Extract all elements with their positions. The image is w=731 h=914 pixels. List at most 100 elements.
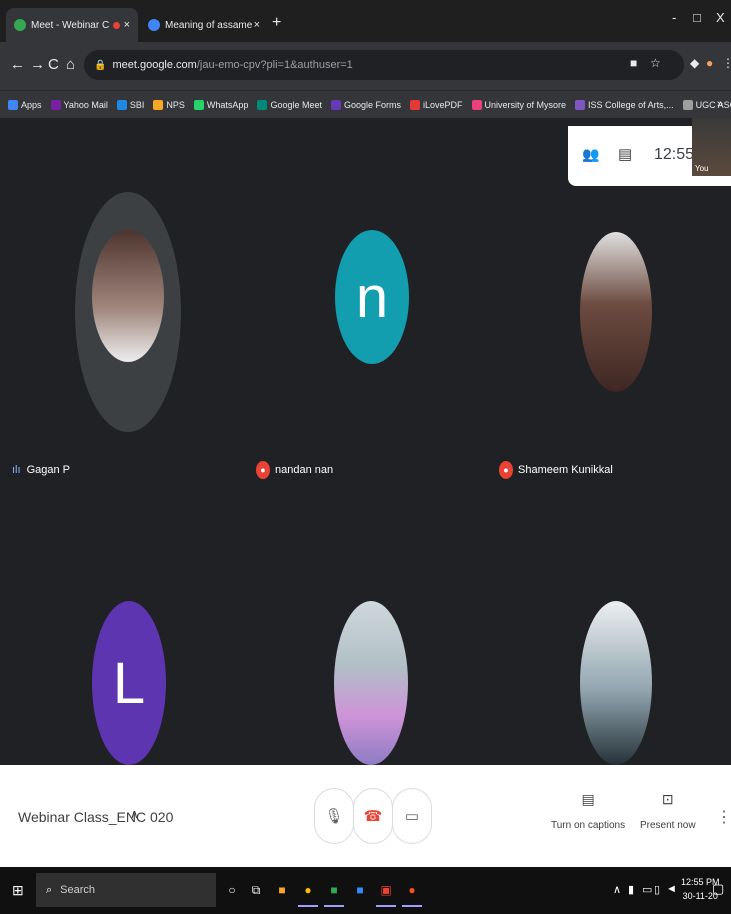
- lock-icon: 🔒: [94, 59, 107, 71]
- bookmark-label: WhatsApp: [206, 99, 249, 110]
- battery-icon[interactable]: ▭: [642, 883, 652, 896]
- bookmark-favicon-icon: [153, 99, 164, 110]
- participant-avatar: L: [92, 601, 166, 765]
- file-explorer-icon[interactable]: ■: [270, 877, 294, 903]
- meeting-controls-bar: Webinar Class_ENC 020 ∧ 🎙 ☎ ▭ ▤ Turn on …: [0, 765, 731, 867]
- close-tab-icon[interactable]: ×: [254, 19, 260, 31]
- task-view-icon[interactable]: ⧉: [244, 877, 268, 903]
- search-placeholder: Search: [60, 884, 96, 896]
- app-icon-green[interactable]: ■: [322, 877, 346, 907]
- camera-permission-icon[interactable]: ■: [630, 56, 637, 70]
- profile-icon[interactable]: ●: [706, 56, 713, 70]
- search-icon: ⌕: [46, 883, 53, 896]
- volume-icon[interactable]: ◄: [666, 883, 677, 895]
- windows-taskbar: ⊞ ⌕ Search ○ ⧉ ■ ● ■ ■ ▣ ● ∧ ▮ ▭ ▯ ◄ 12:…: [0, 867, 731, 914]
- bookmark-favicon-icon: [50, 99, 61, 110]
- bookmark-item[interactable]: Yahoo Mail: [50, 99, 108, 110]
- participant-tile: L: [0, 465, 243, 765]
- microphone-button[interactable]: 🎙: [314, 788, 354, 844]
- bookmark-label: University of Mysore: [484, 99, 567, 110]
- camera-button[interactable]: ▭: [392, 788, 432, 844]
- bookmark-favicon-icon: [8, 99, 18, 110]
- recording-icon: [112, 21, 120, 29]
- maximize-button[interactable]: □: [693, 10, 701, 25]
- bookmark-item[interactable]: NPS: [153, 99, 185, 110]
- participant-photo: [334, 601, 408, 765]
- bookmark-label: Apps: [21, 99, 42, 110]
- notifications-icon[interactable]: ▢: [712, 881, 724, 897]
- bookmark-item[interactable]: Google Forms: [330, 99, 401, 110]
- captions-icon: ▤: [581, 791, 595, 807]
- network-icon[interactable]: ▯: [654, 883, 660, 896]
- captions-button[interactable]: ▤ Turn on captions: [551, 791, 625, 831]
- bookmark-item[interactable]: WhatsApp: [193, 99, 249, 110]
- hang-up-icon: ☎: [363, 808, 383, 825]
- browser-toolbar: ← → C ⌂ 🔒 meet.google.com /jau-emo-cpv?p…: [0, 42, 731, 90]
- new-tab-button[interactable]: +: [272, 14, 281, 32]
- forward-icon[interactable]: →: [30, 56, 45, 73]
- present-label: Present now: [640, 820, 696, 831]
- menu-icon[interactable]: ⋮: [722, 56, 731, 70]
- bookmark-item[interactable]: SBI: [116, 99, 145, 110]
- tab-meet[interactable]: Meet - Webinar Class_ENC C ×: [6, 8, 138, 42]
- bookmark-label: ISS College of Arts,...: [588, 99, 674, 110]
- bookmark-favicon-icon: [257, 99, 268, 110]
- tray-app-icon[interactable]: ▮: [628, 883, 634, 896]
- close-window-button[interactable]: X: [716, 10, 725, 25]
- bookmark-label: Google Meet: [270, 99, 322, 110]
- bookmarks-bar: Apps Yahoo Mail SBI NPS WhatsApp Google Meet G…: [0, 90, 731, 118]
- pdf-icon[interactable]: ▣: [374, 877, 398, 907]
- bookmark-item[interactable]: UGC ASC Mysore: [682, 99, 731, 110]
- chrome-icon[interactable]: ●: [296, 877, 320, 907]
- participant-photo: [580, 232, 652, 392]
- bookmarks-overflow-icon[interactable]: »: [717, 98, 723, 110]
- tab-title: Meaning of assame word 'majo: [165, 19, 254, 31]
- microphone-icon: 🎙: [324, 808, 344, 825]
- bookmark-item[interactable]: Apps: [8, 99, 42, 110]
- tab-strip: Meet - Webinar Class_ENC C × Meaning of …: [0, 0, 731, 42]
- powerpoint-icon[interactable]: ●: [400, 877, 424, 907]
- bookmark-favicon-icon: [410, 99, 420, 110]
- chevron-up-icon[interactable]: ∧: [130, 807, 139, 821]
- captions-label: Turn on captions: [551, 820, 626, 831]
- camera-icon: ▭: [404, 808, 420, 825]
- leave-call-button[interactable]: ☎: [353, 788, 393, 844]
- bookmark-item[interactable]: Google Meet: [257, 99, 322, 110]
- minimize-button[interactable]: -: [672, 10, 676, 25]
- present-now-button[interactable]: ⊡ Present now: [640, 791, 696, 831]
- taskbar-search[interactable]: ⌕ Search: [36, 873, 216, 907]
- star-icon[interactable]: ☆: [650, 56, 661, 70]
- extensions-icon[interactable]: ◆: [690, 56, 699, 70]
- meeting-title[interactable]: Webinar Class_ENC 020: [18, 809, 173, 825]
- url-host: meet.google.com: [112, 59, 197, 71]
- close-tab-icon[interactable]: ×: [124, 19, 130, 31]
- url-path: /jau-emo-cpv?pli=1&authuser=1: [196, 59, 353, 71]
- cortana-icon[interactable]: ○: [220, 877, 244, 903]
- tray-overflow-icon[interactable]: ∧: [613, 883, 621, 896]
- windows-start-icon[interactable]: ⊞: [12, 882, 24, 899]
- bookmark-item[interactable]: iLovePDF: [410, 99, 463, 110]
- google-favicon-icon: [148, 19, 160, 31]
- bookmark-favicon-icon: [682, 99, 693, 110]
- bookmark-label: UGC ASC Mysore: [695, 99, 731, 110]
- zoom-icon[interactable]: ■: [348, 877, 372, 903]
- home-icon[interactable]: ⌂: [66, 56, 75, 73]
- more-options-icon[interactable]: ⋮: [716, 807, 731, 827]
- reload-icon[interactable]: C: [48, 56, 59, 73]
- participant-tile: ılı Gagan P: [0, 118, 243, 476]
- back-icon[interactable]: ←: [10, 56, 25, 73]
- participant-avatar: n: [335, 230, 409, 364]
- address-bar[interactable]: 🔒 meet.google.com /jau-emo-cpv?pli=1&aut…: [84, 50, 684, 80]
- participant-photo: [580, 601, 652, 765]
- bookmark-item[interactable]: ISS College of Arts,...: [575, 99, 674, 110]
- tab-meaning[interactable]: Meaning of assame word 'majo ×: [140, 8, 268, 42]
- bookmark-favicon-icon: [471, 99, 482, 110]
- participant-tile: [486, 465, 729, 765]
- bookmark-favicon-icon: [116, 99, 127, 110]
- bookmark-label: Yahoo Mail: [63, 99, 108, 110]
- bookmark-item[interactable]: University of Mysore: [471, 99, 567, 110]
- bookmark-label: SBI: [129, 99, 145, 110]
- meet-favicon-icon: [14, 19, 26, 31]
- bookmark-label: NPS: [166, 99, 185, 110]
- meet-stage: 👥 ▤ 12:55 You ılı Gagan P n ● nandan nan…: [0, 118, 731, 765]
